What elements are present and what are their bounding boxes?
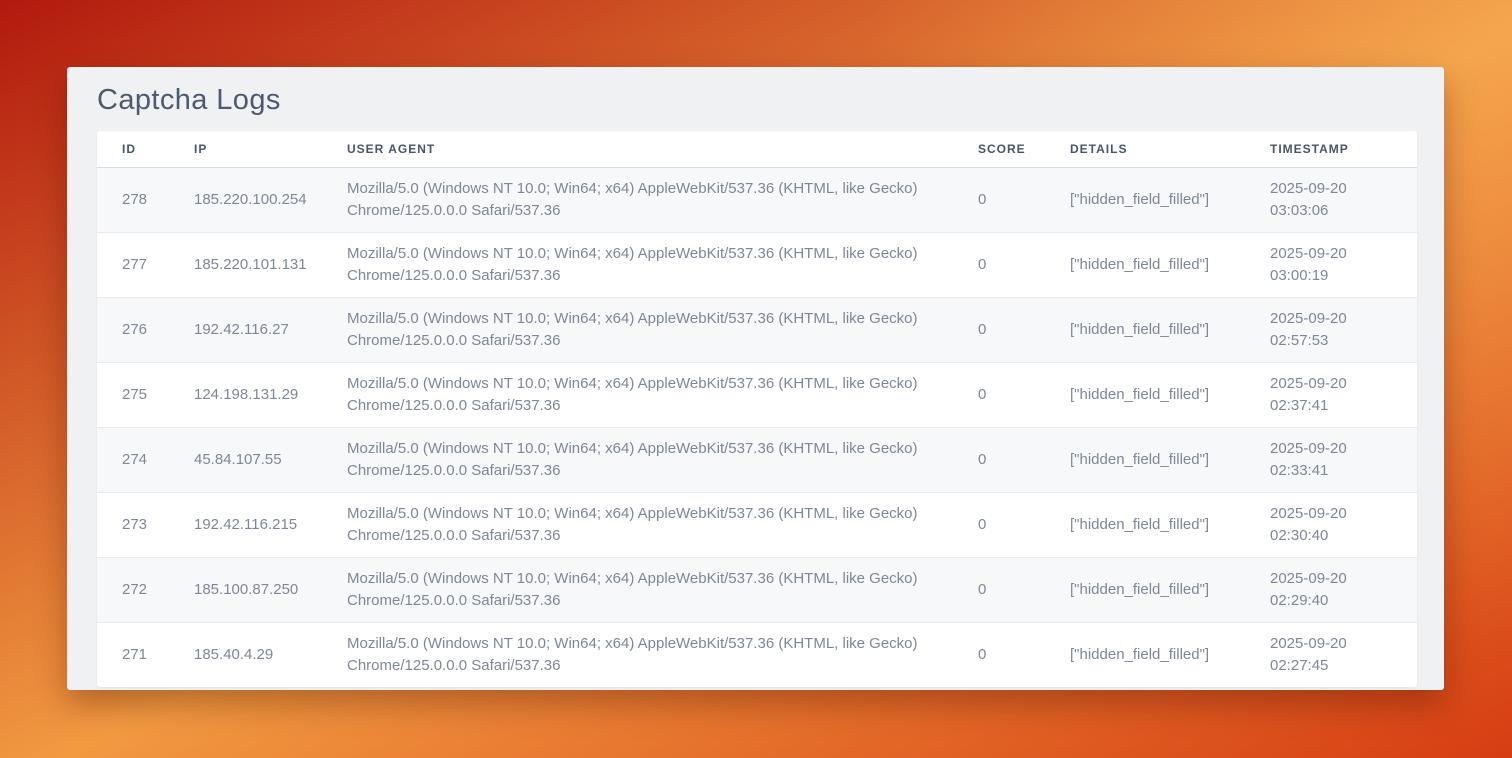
timestamp-date: 2025-09-20 [1270,373,1408,395]
column-header-details: DETAILS [1045,131,1245,167]
column-header-ip: IP [169,131,322,167]
cell-id: 277 [97,232,169,297]
table-row: 278 185.220.100.254 Mozilla/5.0 (Windows… [97,167,1417,232]
table-row: 274 45.84.107.55 Mozilla/5.0 (Windows NT… [97,427,1417,492]
cell-ip: 185.220.101.131 [169,232,322,297]
cell-id: 271 [97,622,169,687]
cell-id: 273 [97,492,169,557]
cell-id: 276 [97,297,169,362]
cell-timestamp: 2025-09-20 02:29:40 [1245,557,1417,622]
cell-id: 272 [97,557,169,622]
timestamp-time: 02:30:40 [1270,525,1408,547]
cell-score: 0 [953,297,1045,362]
timestamp-time: 03:00:19 [1270,265,1408,287]
cell-user-agent: Mozilla/5.0 (Windows NT 10.0; Win64; x64… [322,427,953,492]
cell-ip: 45.84.107.55 [169,427,322,492]
timestamp-time: 02:37:41 [1270,395,1408,417]
cell-user-agent: Mozilla/5.0 (Windows NT 10.0; Win64; x64… [322,557,953,622]
cell-details: ["hidden_field_filled"] [1045,427,1245,492]
cell-score: 0 [953,427,1045,492]
cell-ip: 192.42.116.215 [169,492,322,557]
cell-user-agent: Mozilla/5.0 (Windows NT 10.0; Win64; x64… [322,622,953,687]
cell-details: ["hidden_field_filled"] [1045,297,1245,362]
cell-user-agent: Mozilla/5.0 (Windows NT 10.0; Win64; x64… [322,492,953,557]
cell-score: 0 [953,362,1045,427]
timestamp-time: 02:29:40 [1270,590,1408,612]
table-header: ID IP USER AGENT SCORE DETAILS TIMESTAMP [97,131,1417,167]
cell-ip: 124.198.131.29 [169,362,322,427]
table-row: 276 192.42.116.27 Mozilla/5.0 (Windows N… [97,297,1417,362]
header-row: ID IP USER AGENT SCORE DETAILS TIMESTAMP [97,131,1417,167]
cell-timestamp: 2025-09-20 02:33:41 [1245,427,1417,492]
cell-user-agent: Mozilla/5.0 (Windows NT 10.0; Win64; x64… [322,362,953,427]
table-body: 278 185.220.100.254 Mozilla/5.0 (Windows… [97,167,1417,687]
cell-score: 0 [953,492,1045,557]
page-title: Captcha Logs [67,67,1444,117]
timestamp-date: 2025-09-20 [1270,633,1408,655]
cell-timestamp: 2025-09-20 02:57:53 [1245,297,1417,362]
cell-details: ["hidden_field_filled"] [1045,167,1245,232]
column-header-id: ID [97,131,169,167]
page-background: Captcha Logs ID IP USER AGENT SCORE [0,0,1512,758]
table-row: 272 185.100.87.250 Mozilla/5.0 (Windows … [97,557,1417,622]
cell-user-agent: Mozilla/5.0 (Windows NT 10.0; Win64; x64… [322,167,953,232]
cell-ip: 192.42.116.27 [169,297,322,362]
cell-timestamp: 2025-09-20 03:00:19 [1245,232,1417,297]
cell-details: ["hidden_field_filled"] [1045,622,1245,687]
column-header-user-agent: USER AGENT [322,131,953,167]
cell-score: 0 [953,622,1045,687]
table-row: 273 192.42.116.215 Mozilla/5.0 (Windows … [97,492,1417,557]
cell-id: 278 [97,167,169,232]
cell-details: ["hidden_field_filled"] [1045,362,1245,427]
cell-user-agent: Mozilla/5.0 (Windows NT 10.0; Win64; x64… [322,232,953,297]
cell-user-agent: Mozilla/5.0 (Windows NT 10.0; Win64; x64… [322,297,953,362]
timestamp-date: 2025-09-20 [1270,503,1408,525]
timestamp-date: 2025-09-20 [1270,178,1408,200]
column-header-score: SCORE [953,131,1045,167]
cell-timestamp: 2025-09-20 02:37:41 [1245,362,1417,427]
cell-timestamp: 2025-09-20 02:30:40 [1245,492,1417,557]
cell-ip: 185.220.100.254 [169,167,322,232]
timestamp-date: 2025-09-20 [1270,308,1408,330]
cell-details: ["hidden_field_filled"] [1045,492,1245,557]
timestamp-date: 2025-09-20 [1270,438,1408,460]
cell-score: 0 [953,232,1045,297]
cell-score: 0 [953,557,1045,622]
captcha-logs-card: Captcha Logs ID IP USER AGENT SCORE [67,67,1444,690]
timestamp-date: 2025-09-20 [1270,568,1408,590]
cell-ip: 185.40.4.29 [169,622,322,687]
timestamp-time: 03:03:06 [1270,200,1408,222]
column-header-timestamp: TIMESTAMP [1245,131,1417,167]
table-row: 271 185.40.4.29 Mozilla/5.0 (Windows NT … [97,622,1417,687]
cell-timestamp: 2025-09-20 02:27:45 [1245,622,1417,687]
cell-details: ["hidden_field_filled"] [1045,232,1245,297]
captcha-logs-table: ID IP USER AGENT SCORE DETAILS TIMESTAMP… [97,131,1417,687]
timestamp-time: 02:27:45 [1270,655,1408,677]
cell-timestamp: 2025-09-20 03:03:06 [1245,167,1417,232]
timestamp-time: 02:57:53 [1270,330,1408,352]
table-row: 275 124.198.131.29 Mozilla/5.0 (Windows … [97,362,1417,427]
table-row: 277 185.220.101.131 Mozilla/5.0 (Windows… [97,232,1417,297]
logs-table-container: ID IP USER AGENT SCORE DETAILS TIMESTAMP… [97,131,1417,687]
cell-ip: 185.100.87.250 [169,557,322,622]
cell-id: 275 [97,362,169,427]
cell-id: 274 [97,427,169,492]
cell-score: 0 [953,167,1045,232]
timestamp-date: 2025-09-20 [1270,243,1408,265]
cell-details: ["hidden_field_filled"] [1045,557,1245,622]
timestamp-time: 02:33:41 [1270,460,1408,482]
